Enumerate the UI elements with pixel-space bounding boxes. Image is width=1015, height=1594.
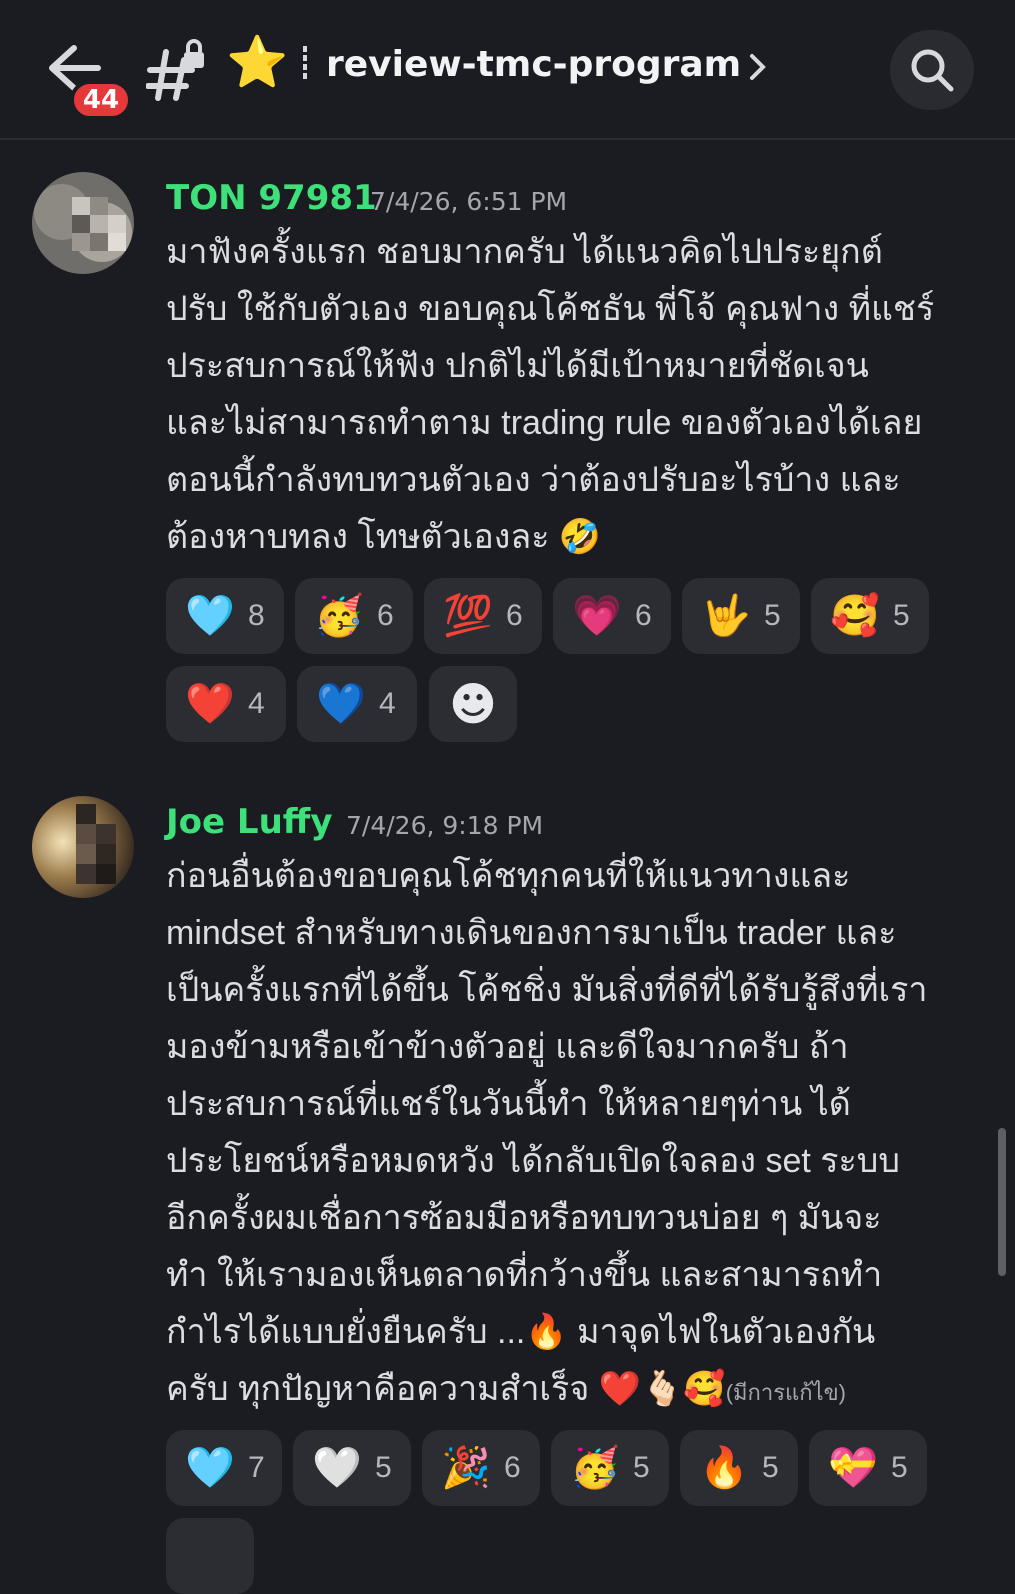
reaction-count: 4: [248, 687, 265, 720]
search-button[interactable]: [890, 30, 974, 110]
reaction-pill[interactable]: 🩵 8: [166, 578, 284, 654]
reaction-count: 6: [506, 599, 523, 632]
username[interactable]: TON 97981: [166, 176, 377, 220]
message-content: ก่อนอื่นต้องขอบคุณโค้ชทุกคนที่ให้แนวทางแ…: [166, 848, 986, 1421]
reaction-count: 5: [891, 1451, 908, 1484]
add-reaction-button[interactable]: ☻: [429, 666, 517, 742]
scrollbar[interactable]: [998, 1128, 1006, 1276]
reaction-pill[interactable]: 💙 4: [297, 666, 417, 742]
fire-icon: 🔥: [699, 1445, 749, 1491]
reaction-pill-partial[interactable]: [166, 1518, 254, 1594]
reaction-count: 5: [893, 599, 910, 632]
reaction-pill[interactable]: 💯 6: [424, 578, 542, 654]
search-icon: [911, 49, 954, 92]
message-content: มาฟังครั้งแรก ชอบมากครับ ได้แนวคิดไปประย…: [166, 224, 986, 566]
blue-heart-icon: 💙: [316, 681, 366, 727]
party-popper-icon: 🎉: [441, 1445, 491, 1491]
message-line: ต้องหาบทลง โทษตัวเองละ 🤣: [166, 518, 602, 556]
reaction-pill[interactable]: 🥰 5: [811, 578, 929, 654]
reaction-count: 8: [248, 599, 265, 632]
smiley-add-icon: ☻: [449, 677, 497, 731]
message-line: ประสบการณ์ที่แชร์ในวันนี้ทำ ให้หลายๆท่าน…: [166, 1085, 851, 1123]
reaction-pill[interactable]: 🩵 7: [166, 1430, 282, 1506]
partying-face-icon: 🥳: [314, 593, 364, 639]
avatar[interactable]: [32, 796, 134, 898]
reaction-count: 5: [764, 599, 781, 632]
star-icon: ⭐: [226, 33, 289, 91]
reaction-count: 4: [379, 687, 396, 720]
message-line: ตอนนี้กำลังทบทวนตัวเอง ว่าต้องปรับอะไรบ้…: [166, 461, 901, 499]
message-line: ประสบการณ์ให้ฟัง ปกติไม่ได้มีเป้าหมายที่…: [166, 347, 869, 385]
reaction-pill[interactable]: ❤️ 4: [166, 666, 286, 742]
channel-header: 44 ⭐ review-tmc-program: [0, 0, 1015, 140]
heart-ribbon-icon: 💝: [828, 1445, 878, 1491]
reaction-count: 5: [762, 1451, 779, 1484]
edited-label: (มีการแก้ไข): [725, 1380, 846, 1405]
growing-heart-icon: 💗: [572, 593, 622, 639]
locked-channel-icon: [145, 38, 210, 102]
light-blue-heart-icon: 🩵: [185, 1445, 235, 1491]
message-line: ก่อนอื่นต้องขอบคุณโค้ชทุกคนที่ให้แนวทางแ…: [166, 857, 851, 895]
love-you-gesture-icon: 🤟: [701, 593, 751, 639]
message-line: เป็นครั้งแรกที่ได้ขึ้น โค้ชชิ่ง มันสิ่งท…: [166, 971, 928, 1009]
reaction-pill[interactable]: 💗 6: [553, 578, 671, 654]
timestamp: 7/4/26, 9:18 PM: [346, 811, 544, 840]
unread-badge: 44: [70, 80, 132, 120]
reaction-count: 7: [248, 1451, 265, 1484]
reaction-pill[interactable]: 🥳 6: [295, 578, 413, 654]
reaction-pill[interactable]: 🥳 5: [551, 1430, 669, 1506]
message-line: ครับ ทุกปัญหาคือความสำเร็จ ❤️🫰🏻🥰: [166, 1370, 726, 1408]
username[interactable]: Joe Luffy: [166, 800, 332, 844]
hundred-points-icon: 💯: [443, 593, 493, 639]
red-heart-icon: ❤️: [185, 681, 235, 727]
message-line-last: ครับ ทุกปัญหาคือความสำเร็จ ❤️🫰🏻🥰(มีการแก…: [166, 1361, 986, 1421]
reaction-pill[interactable]: 🤟 5: [682, 578, 800, 654]
message-line: อีกครั้งผมเชื่อการซ้อมมือหรือทบทวนบ่อย ๆ…: [166, 1199, 882, 1237]
message-line: ประโยชน์หรือหมดหวัง ได้กลับเปิดใจลอง set…: [166, 1142, 900, 1180]
separator-icon: [300, 44, 310, 84]
reaction-count: 6: [377, 599, 394, 632]
reaction-count: 6: [504, 1451, 521, 1484]
message-line: mindset สำหรับทางเดินของการมาเป็น trader…: [166, 914, 897, 952]
smiling-face-hearts-icon: 🥰: [830, 593, 880, 639]
channel-name[interactable]: review-tmc-program: [326, 40, 741, 90]
reaction-pill[interactable]: 🤍 5: [293, 1430, 411, 1506]
reaction-count: 5: [375, 1451, 392, 1484]
avatar[interactable]: [32, 172, 134, 274]
message-line: กำไรได้แบบยั่งยืนครับ ...🔥 มาจุดไฟในตัวเ…: [166, 1313, 876, 1351]
message-line: และไม่สามารถทำตาม trading rule ของตัวเอง…: [166, 404, 923, 442]
message-line: มองข้ามหรือเข้าข้างตัวอยู่ และดีใจมากครั…: [166, 1028, 849, 1066]
message-line: ปรับ ใช้กับตัวเอง ขอบคุณโค้ชธัน พี่โจ้ ค…: [166, 290, 935, 328]
reaction-pill[interactable]: 💝 5: [809, 1430, 927, 1506]
timestamp: 7/4/26, 6:51 PM: [370, 187, 568, 216]
white-heart-icon: 🤍: [312, 1445, 362, 1491]
message-line: ทำ ให้เรามองเห็นตลาดที่กว้างขึ้น และสามา…: [166, 1256, 883, 1294]
chevron-right-icon[interactable]: [748, 52, 768, 82]
reaction-count: 6: [635, 599, 652, 632]
reaction-pill[interactable]: 🎉 6: [422, 1430, 540, 1506]
partying-face-icon: 🥳: [570, 1445, 620, 1491]
message-line: มาฟังครั้งแรก ชอบมากครับ ได้แนวคิดไปประย…: [166, 233, 883, 271]
reaction-count: 5: [633, 1451, 650, 1484]
light-blue-heart-icon: 🩵: [185, 593, 235, 639]
reaction-pill[interactable]: 🔥 5: [680, 1430, 798, 1506]
